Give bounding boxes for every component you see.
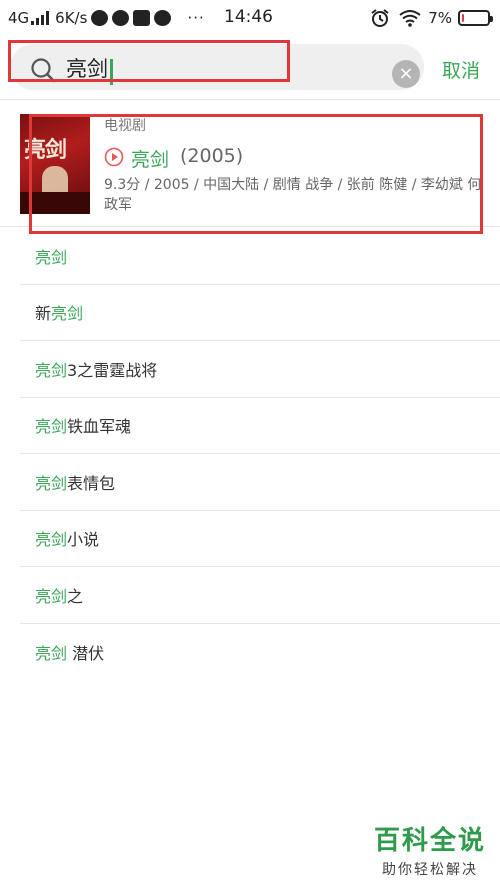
message-icon [112,10,130,26]
wifi-icon [399,10,421,27]
suggestion-list: 亮剑 新亮剑 亮剑 3之雷霆战将 亮剑 铁血军魂 亮剑 表情包 亮剑 小说 亮剑之 亮剑… [0,228,500,680]
suggestion-match: 亮剑 [35,530,68,550]
suggestion-match: 亮剑 [35,643,68,663]
battery-percent: 7% [428,9,452,27]
cancel-button[interactable]: 取消 [442,56,480,83]
suggestion-item[interactable]: 亮剑之 [20,567,500,624]
close-icon: × [398,63,414,84]
suggestion-rest: 小说 [67,530,100,550]
suggestion-item[interactable]: 亮剑 3之雷霆战将 [20,341,500,398]
suggestion-item[interactable]: 亮剑 [20,228,500,285]
suggestion-item[interactable]: 亮剑 表情包 [20,454,500,511]
suggestion-match: 亮剑 [35,417,68,437]
suggestion-rest: 3之雷霆战将 [67,360,158,380]
suggestion-item[interactable]: 亮剑 小说 [20,511,500,567]
clear-search-button[interactable]: × [392,60,420,88]
suggestion-item[interactable]: 新亮剑 [20,285,500,341]
suggestion-rest: 表情包 [67,473,116,493]
network-speed: 6K/s [55,9,88,27]
wechat-icon [91,10,109,26]
signal-icon [31,11,50,25]
network-type: 4G [8,9,30,27]
battery-fill [462,14,464,22]
result-highlight-box [29,114,483,234]
suggestion-rest: 铁血军魂 [67,417,132,437]
suggestion-match: 亮剑 [51,304,84,324]
status-bar: 4G 6K/s ··· 14:46 7% [0,0,500,36]
status-left: 4G 6K/s ··· [8,8,205,28]
search-highlight-box [8,40,290,82]
suggestion-item[interactable]: 亮剑 潜伏 [20,624,500,681]
suggestion-item[interactable]: 亮剑 铁血军魂 [20,398,500,454]
status-right: 7% [370,8,493,28]
suggestion-rest: 之 [67,586,84,606]
suggestion-prefix: 新 [35,304,52,324]
suggestion-match: 亮剑 [35,247,68,267]
alipay-icon [133,10,151,26]
watermark-title: 百科全说 [373,826,486,856]
battery-icon [458,10,493,26]
suggestion-match: 亮剑 [35,473,68,493]
weibo-icon [154,10,172,26]
more-notifications-icon: ··· [187,9,205,27]
alarm-icon [371,9,389,27]
clock: 14:46 [224,7,273,27]
suggestion-match: 亮剑 [35,360,68,380]
suggestion-match: 亮剑 [35,586,68,606]
suggestion-rest: 潜伏 [67,643,105,663]
watermark-logo: 百科全说 助你轻松解决 [374,820,486,879]
watermark-subtitle: 助你轻松解决 [381,862,478,878]
